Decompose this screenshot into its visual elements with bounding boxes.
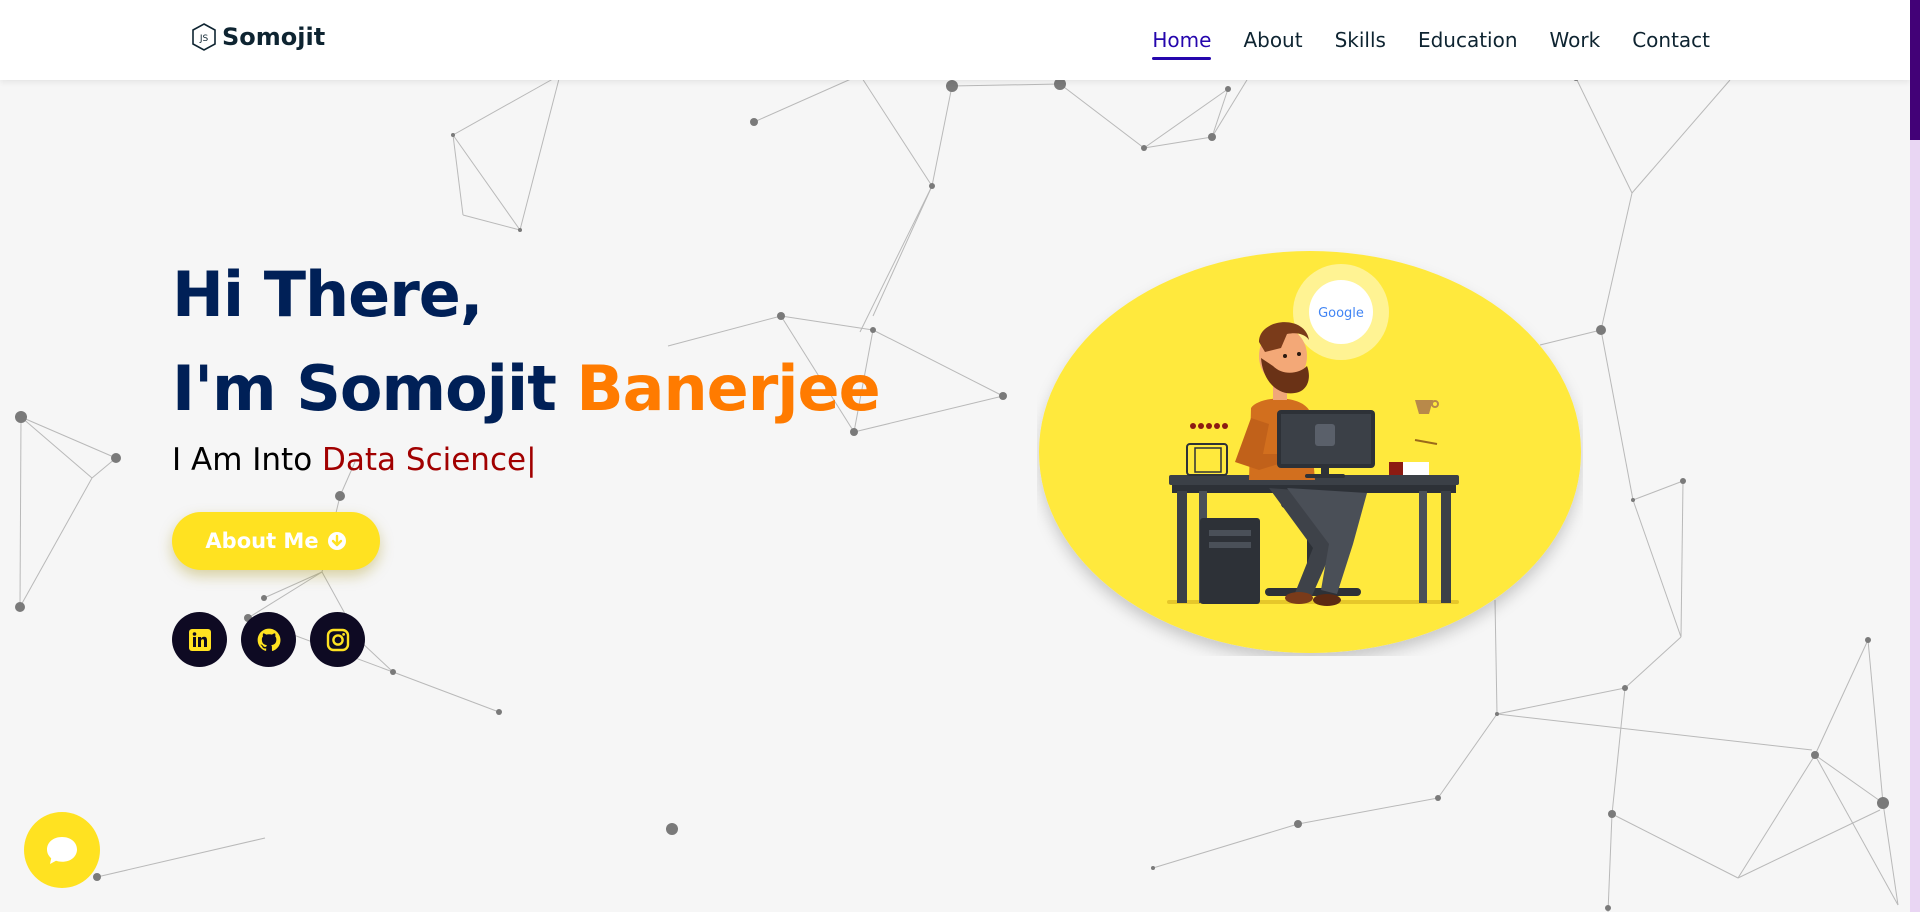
- hero-typed-line: I Am Into Data Science|: [172, 442, 880, 478]
- github-icon: [257, 628, 280, 651]
- google-badge: Google: [1293, 264, 1389, 360]
- chat-widget-button[interactable]: [24, 812, 100, 888]
- instagram-icon: [326, 628, 349, 651]
- nav-education[interactable]: Education: [1418, 22, 1518, 58]
- nav-about[interactable]: About: [1243, 22, 1302, 58]
- chat-bubble-icon: [47, 837, 77, 864]
- hero-intro-accent: Banerjee: [576, 352, 880, 425]
- brand-logo[interactable]: JS Somojit: [190, 22, 325, 52]
- social-links: [172, 612, 365, 667]
- hero-section: Hi There, I'm Somojit Banerjee I Am Into…: [172, 248, 881, 478]
- hero-greeting: Hi There,: [172, 258, 483, 331]
- hero-into-prefix: I Am Into: [172, 442, 313, 478]
- typing-caret: |: [526, 442, 537, 478]
- nav-skills[interactable]: Skills: [1335, 22, 1386, 58]
- about-me-button[interactable]: About Me: [172, 512, 380, 570]
- hero-typed-text: Data Science: [322, 442, 527, 478]
- main-nav: Home About Skills Education Work Contact: [1152, 0, 1710, 80]
- arrow-circle-down-icon: [327, 532, 346, 550]
- nav-work[interactable]: Work: [1550, 22, 1601, 58]
- svg-text:JS: JS: [199, 34, 209, 44]
- hero-intro: I'm Somojit Banerjee: [172, 342, 881, 436]
- google-badge-text: Google: [1318, 306, 1364, 321]
- nav-contact[interactable]: Contact: [1632, 22, 1710, 58]
- page-scrollbar-thumb[interactable]: [1910, 0, 1920, 140]
- top-navbar: JS Somojit Home About Skills Education W…: [0, 0, 1910, 80]
- computer-monitor: [1277, 410, 1375, 478]
- js-hexagon-icon: JS: [192, 23, 216, 51]
- nav-home[interactable]: Home: [1152, 22, 1212, 60]
- github-link[interactable]: [241, 612, 296, 667]
- about-me-button-label: About Me: [205, 529, 319, 553]
- instagram-link[interactable]: [310, 612, 365, 667]
- linkedin-link[interactable]: [172, 612, 227, 667]
- linkedin-icon: [188, 628, 211, 651]
- hero-illustration: Google: [1039, 251, 1581, 653]
- hero-intro-prefix: I'm Somojit: [172, 352, 557, 425]
- brand-name: Somojit: [222, 23, 326, 51]
